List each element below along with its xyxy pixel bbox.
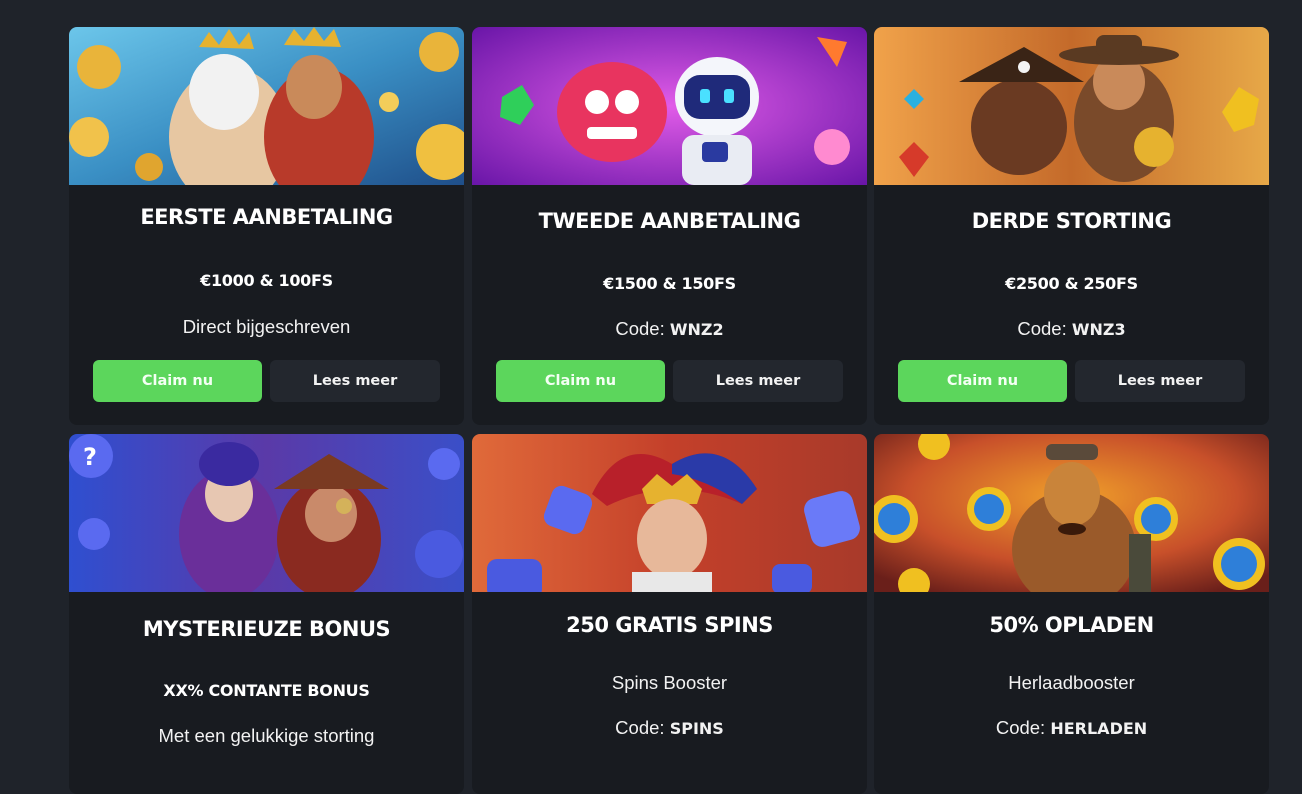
promo-title: TWEEDE AANBETALING (538, 209, 801, 233)
code-prefix: Code: (1017, 318, 1072, 339)
promo-code-line: Code: WNZ3 (874, 318, 1269, 340)
promo-code: WNZ2 (669, 320, 724, 339)
code-prefix: Code: (615, 717, 670, 738)
promo-code-line: Code: SPINS (472, 717, 867, 739)
promo-title: DERDE STORTING (971, 209, 1172, 233)
claim-now-button[interactable]: Claim nu (496, 360, 665, 402)
promo-title: MYSTERIEUZE BONUS (142, 617, 391, 641)
promo-banner-image: ? (69, 434, 464, 592)
promo-subtitle: Direct bijgeschreven (182, 316, 351, 337)
promo-code: SPINS (669, 719, 724, 738)
promo-code: HERLADEN (1050, 719, 1148, 738)
read-more-button[interactable]: Lees meer (1075, 360, 1245, 402)
promo-amount: €1000 & 100FS (200, 271, 333, 290)
promo-banner-image (472, 434, 867, 592)
promo-subtitle: Herlaadbooster (1008, 672, 1135, 693)
promo-banner-image (69, 27, 464, 185)
code-prefix: Code: (615, 318, 670, 339)
promo-amount: XX% CONTANTE BONUS (163, 681, 370, 700)
promo-subtitle: Met een gelukkige storting (158, 725, 375, 746)
read-more-button[interactable]: Lees meer (673, 360, 843, 402)
promo-title: 250 GRATIS SPINS (566, 613, 773, 637)
promo-code-line: Code: WNZ2 (472, 318, 867, 340)
promo-code: WNZ3 (1071, 320, 1126, 339)
claim-now-button[interactable]: Claim nu (93, 360, 262, 402)
promo-card-second-deposit: TWEEDE AANBETALING €1500 & 150FS Code: W… (472, 27, 867, 425)
promo-banner-image (472, 27, 867, 185)
promo-banner-image (874, 27, 1269, 185)
svg-text:?: ? (83, 443, 97, 471)
promo-card-third-deposit: DERDE STORTING €2500 & 250FS Code: WNZ3 … (874, 27, 1269, 425)
code-prefix: Code: (995, 717, 1051, 738)
promo-banner-image (874, 434, 1269, 592)
promo-card-first-deposit: EERSTE AANBETALING €1000 & 100FS Direct … (69, 27, 464, 425)
promo-amount: €1500 & 150FS (603, 274, 736, 293)
read-more-button[interactable]: Lees meer (270, 360, 440, 402)
promo-code-line: Code: HERLADEN (874, 717, 1269, 739)
claim-now-button[interactable]: Claim nu (898, 360, 1067, 402)
promo-card-mystery-bonus: ? MYSTERIEUZE BONUS XX% CONTANTE BONUS M… (69, 434, 464, 794)
promo-title: EERSTE AANBETALING (140, 205, 393, 229)
promo-subtitle: Spins Booster (611, 672, 728, 693)
promo-card-reload: 50% OPLADEN Herlaadbooster Code: HERLADE… (874, 434, 1269, 794)
promo-title: 50% OPLADEN (989, 613, 1154, 637)
promo-card-free-spins: 250 GRATIS SPINS Spins Booster Code: SPI… (472, 434, 867, 794)
promo-amount: €2500 & 250FS (1005, 274, 1138, 293)
